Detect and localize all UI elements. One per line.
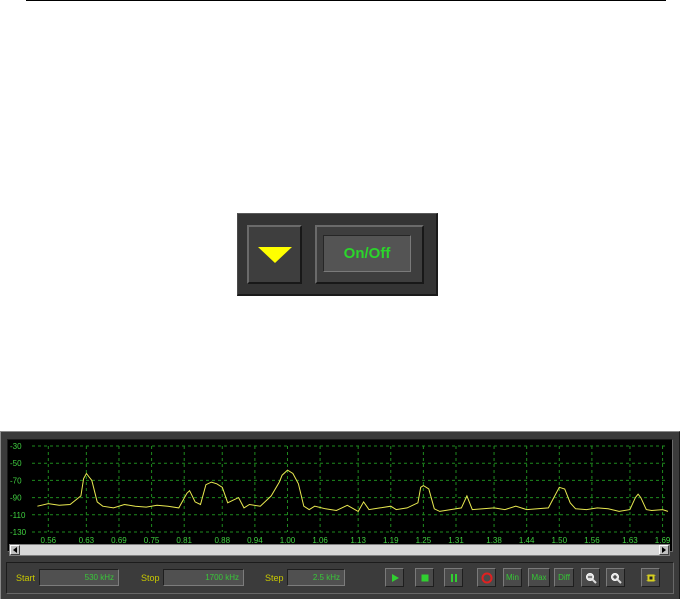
x-tick-label: 1.38	[486, 536, 502, 544]
y-tick-label: -90	[10, 494, 22, 503]
spectrum-plot: -30 -50 -70 -90 -110 -130 0.56 0.63 0.69 0.75 0.81…	[7, 439, 673, 552]
x-tick-label: 0.88	[214, 536, 230, 544]
x-tick-label: 1.25	[416, 536, 432, 544]
x-tick-label: 0.75	[144, 536, 160, 544]
triangle-down-icon	[258, 247, 292, 263]
play-icon	[391, 573, 399, 582]
arrow-left-icon	[13, 547, 17, 553]
spectrum-chart: -30 -50 -70 -90 -110 -130 0.56 0.63 0.69 0.75 0.81…	[10, 442, 671, 544]
start-label: Start	[16, 573, 36, 583]
stop-frequency-field[interactable]: 1700 kHz	[163, 569, 244, 586]
top-divider-line	[26, 0, 666, 1]
y-tick-label: -50	[10, 459, 22, 468]
step-label: Step	[265, 573, 284, 583]
loop-icon	[481, 572, 492, 583]
x-tick-label: 1.69	[655, 536, 671, 544]
stop-label: Stop	[141, 573, 160, 583]
zoom-out-button[interactable]	[581, 568, 600, 587]
x-tick-label: 0.56	[41, 536, 57, 544]
zoom-out-icon	[585, 572, 597, 584]
x-tick-label: 1.31	[448, 536, 464, 544]
zoom-in-button[interactable]	[606, 568, 625, 587]
diff-button[interactable]: Diff	[554, 568, 574, 587]
x-tick-label: 1.06	[312, 536, 328, 544]
onoff-button-frame[interactable]: On/Off	[315, 225, 424, 284]
loop-button[interactable]	[477, 568, 496, 587]
y-tick-label: -30	[10, 442, 22, 451]
arrow-right-icon	[662, 547, 666, 553]
y-tick-label: -110	[10, 511, 26, 520]
play-button[interactable]	[385, 568, 404, 587]
scroll-left-button[interactable]	[10, 545, 20, 555]
spectrum-analyzer: -30 -50 -70 -90 -110 -130 0.56 0.63 0.69 0.75 0.81…	[0, 431, 680, 599]
y-tick-label: -70	[10, 476, 22, 485]
onoff-button[interactable]: On/Off	[323, 235, 411, 272]
stop-icon	[421, 574, 428, 581]
pause-icon	[450, 573, 457, 582]
x-tick-label: 1.50	[551, 536, 567, 544]
x-tick-label: 0.69	[111, 536, 127, 544]
x-tick-label: 1.00	[280, 536, 296, 544]
horizontal-scrollbar[interactable]	[9, 544, 670, 556]
chip-button[interactable]	[641, 568, 660, 587]
x-tick-label: 0.94	[247, 536, 263, 544]
x-tick-label: 1.19	[383, 536, 399, 544]
x-tick-label: 1.56	[584, 536, 600, 544]
control-bar: Start 530 kHz Stop 1700 kHz Step 2.5 kHz…	[6, 562, 674, 594]
step-frequency-field[interactable]: 2.5 kHz	[287, 569, 345, 586]
pause-button[interactable]	[444, 568, 463, 587]
y-tick-label: -130	[10, 528, 27, 537]
x-tick-label: 0.63	[79, 536, 95, 544]
stop-button[interactable]	[415, 568, 434, 587]
dropdown-arrow-button[interactable]	[247, 225, 302, 284]
min-button[interactable]: Min	[503, 568, 522, 587]
spectrum-trace	[37, 469, 669, 513]
scroll-right-button[interactable]	[659, 545, 669, 555]
zoom-in-icon	[610, 572, 622, 584]
max-button[interactable]: Max	[528, 568, 550, 587]
x-tick-label: 1.63	[622, 536, 638, 544]
x-tick-label: 1.44	[519, 536, 535, 544]
chip-icon	[646, 574, 655, 581]
x-tick-label: 1.13	[350, 536, 366, 544]
x-tick-label: 0.81	[176, 536, 192, 544]
control-panel-zoom: On/Off	[237, 213, 438, 296]
start-frequency-field[interactable]: 530 kHz	[39, 569, 119, 586]
